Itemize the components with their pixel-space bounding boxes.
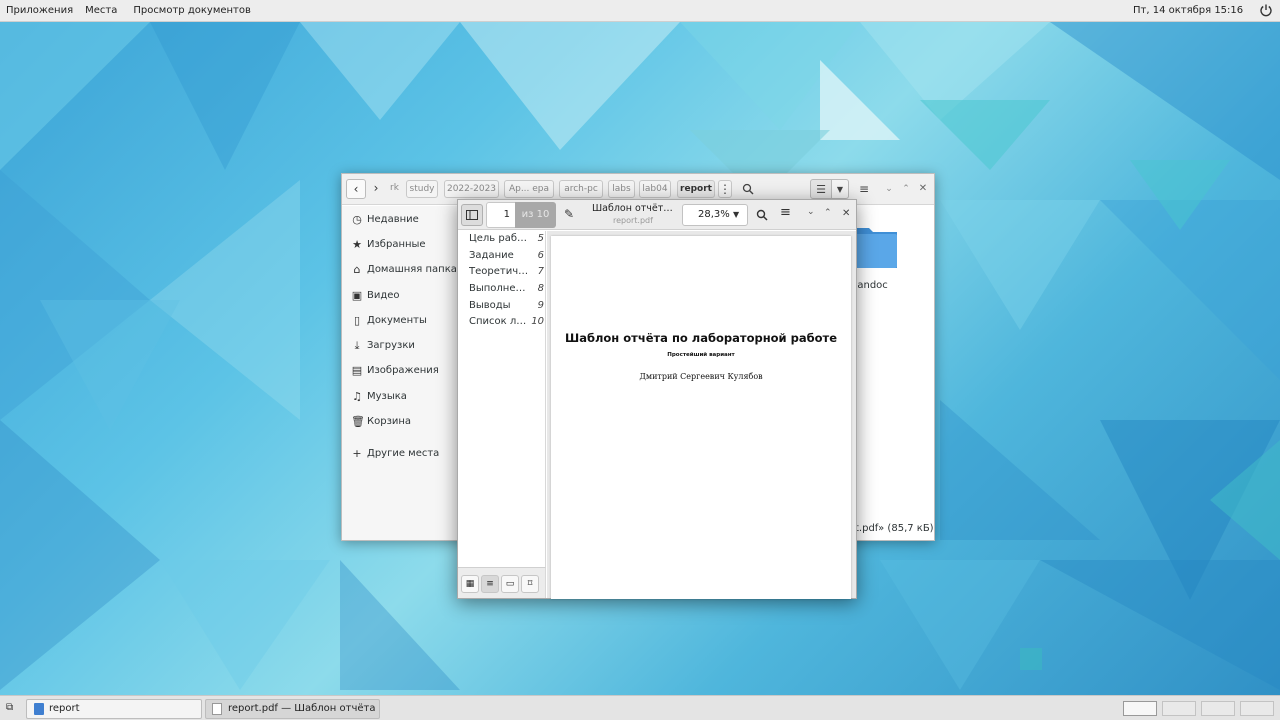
outline-list-icon[interactable]: ≡ xyxy=(481,575,499,593)
top-bar: Приложения Места Просмотр документов Пт,… xyxy=(0,0,1280,22)
breadcrumb-item[interactable]: arch-pc xyxy=(559,180,603,198)
sidebar-item-downloads[interactable]: ⤓ Загрузки xyxy=(342,336,457,356)
file-manager-app-icon xyxy=(34,703,44,715)
toc-item[interactable]: Цель работы5 xyxy=(469,233,544,249)
workspace-4[interactable] xyxy=(1240,701,1274,716)
image-icon: ▤ xyxy=(351,364,363,377)
plus-icon: + xyxy=(352,447,362,460)
maximize-icon[interactable]: ⌃ xyxy=(824,208,832,218)
breadcrumb-item[interactable]: study xyxy=(406,180,438,198)
breadcrumb-item[interactable]: labs xyxy=(608,180,635,198)
breadcrumb-item[interactable]: rk xyxy=(387,180,402,198)
minimize-icon[interactable]: ⌄ xyxy=(883,179,895,199)
path-menu-icon[interactable]: ⋮ xyxy=(718,180,732,198)
menu-icon[interactable]: ≡ xyxy=(856,179,872,199)
search-icon[interactable] xyxy=(740,179,756,199)
document-title: Шаблон отчёт… xyxy=(592,203,673,214)
back-button[interactable]: ‹ xyxy=(346,179,366,199)
sidebar-item-music[interactable]: ♫ Музыка xyxy=(342,387,457,407)
status-text: t.pdf» (85,7 кБ) xyxy=(855,523,934,534)
page-number-input[interactable]: 1 xyxy=(486,202,516,228)
taskbar: ⧉ report report.pdf — Шаблон отчёта по л… xyxy=(0,695,1280,720)
viewer-header: 1 из 10 ✎ Шаблон отчёт… report.pdf 28,3%… xyxy=(458,200,856,230)
star-icon: ★ xyxy=(352,238,362,251)
document-subheading: Простейший вариант xyxy=(667,352,735,358)
active-app-menu[interactable]: Просмотр документов xyxy=(127,5,257,16)
breadcrumb-item[interactable]: lab04 xyxy=(639,180,671,198)
search-icon[interactable] xyxy=(756,209,768,221)
sidebar-item-videos[interactable]: ▣ Видео xyxy=(342,286,457,306)
clock[interactable]: Пт, 14 октября 15:16 xyxy=(1133,5,1243,16)
home-icon: ⌂ xyxy=(353,263,361,276)
task-document-viewer[interactable]: report.pdf — Шаблон отчёта по л… xyxy=(205,699,380,719)
minimize-icon[interactable]: ⌄ xyxy=(807,207,815,217)
toc-item[interactable]: Список лит…10 xyxy=(469,316,544,332)
music-icon: ♫ xyxy=(352,390,362,403)
sidebar-item-other-locations[interactable]: + Другие места xyxy=(342,444,457,464)
toc-item[interactable]: Задание 6 xyxy=(469,250,544,266)
close-icon[interactable]: ✕ xyxy=(917,179,929,199)
view-list-button[interactable]: ☰ xyxy=(810,179,832,199)
workspace-1[interactable] xyxy=(1123,701,1157,716)
document-filename: report.pdf xyxy=(613,216,653,225)
bookmark-icon[interactable]: ⌑ xyxy=(521,575,539,593)
sidebar-item-pictures[interactable]: ▤ Изображения xyxy=(342,361,457,381)
breadcrumb-item[interactable]: 2022-2023 xyxy=(444,180,499,198)
annotate-pencil-icon[interactable]: ✎ xyxy=(564,207,578,221)
video-icon: ▣ xyxy=(351,289,363,302)
sidebar-item-recent[interactable]: ◷ Недавние xyxy=(342,210,457,230)
folder-icon[interactable] xyxy=(853,222,899,272)
sidebar-toggle-button[interactable] xyxy=(461,204,483,226)
document-heading: Шаблон отчёта по лабораторной работе xyxy=(564,331,837,345)
zoom-select[interactable]: 28,3% ▼ xyxy=(682,204,748,226)
thumbnails-grid-icon[interactable]: ▦ xyxy=(461,575,479,593)
trash-icon: 🗑 xyxy=(351,415,365,428)
toc-item[interactable]: Выводы 9 xyxy=(469,300,544,316)
annotations-comment-icon[interactable]: ▭ xyxy=(501,575,519,593)
toc-item[interactable]: Теоретиче… 7 xyxy=(469,266,544,282)
document-author: Дмитрий Сергеевич Кулябов xyxy=(639,372,763,381)
menu-icon[interactable]: ≡ xyxy=(780,205,791,220)
applications-menu[interactable]: Приложения xyxy=(0,5,79,16)
clock-icon: ◷ xyxy=(352,213,362,226)
maximize-icon[interactable]: ⌃ xyxy=(900,179,912,199)
workspace-2[interactable] xyxy=(1162,701,1196,716)
show-desktop-icon[interactable]: ⧉ xyxy=(6,702,18,714)
breadcrumb-item[interactable]: Ар... ера xyxy=(504,180,554,198)
power-icon[interactable] xyxy=(1259,3,1273,17)
toc-item[interactable]: Выполнени…8 xyxy=(469,283,544,299)
breadcrumb-item-current[interactable]: report xyxy=(677,180,715,198)
places-sidebar: ◷ Недавние ★ Избранные ⌂ Домашняя папка ▣ Ви… xyxy=(342,206,457,540)
document-icon: ▯ xyxy=(353,314,361,327)
download-icon: ⤓ xyxy=(354,339,360,352)
document-viewer-window: 1 из 10 ✎ Шаблон отчёт… report.pdf 28,3%… xyxy=(457,199,857,599)
sidebar-item-documents[interactable]: ▯ Документы xyxy=(342,311,457,331)
view-options-chevron-icon[interactable]: ▼ xyxy=(831,179,849,199)
sidebar-item-home[interactable]: ⌂ Домашняя папка xyxy=(342,260,457,280)
chevron-down-icon: ▼ xyxy=(733,210,740,219)
workspace-3[interactable] xyxy=(1201,701,1235,716)
forward-button[interactable]: › xyxy=(366,179,386,199)
close-icon[interactable]: ✕ xyxy=(842,208,850,219)
sidebar-icon xyxy=(466,210,478,220)
zoom-value: 28,3% xyxy=(698,209,730,220)
document-view[interactable]: Шаблон отчёта по лабораторной работе Про… xyxy=(547,231,856,599)
task-file-manager[interactable]: report xyxy=(26,699,202,719)
page-total-label: из 10 xyxy=(515,202,556,228)
places-menu[interactable]: Места xyxy=(79,5,123,16)
document-page: Шаблон отчёта по лабораторной работе Про… xyxy=(551,236,851,599)
outline-sidebar: Цель работы5 Задание6 Теоретиче…7 Выполн… xyxy=(458,231,546,567)
sidebar-item-trash[interactable]: 🗑 Корзина xyxy=(342,412,457,432)
sidebar-footer: ▦ ≡ ▭ ⌑ xyxy=(458,567,546,598)
sidebar-item-starred[interactable]: ★ Избранные xyxy=(342,235,457,255)
pdf-app-icon xyxy=(212,703,222,715)
